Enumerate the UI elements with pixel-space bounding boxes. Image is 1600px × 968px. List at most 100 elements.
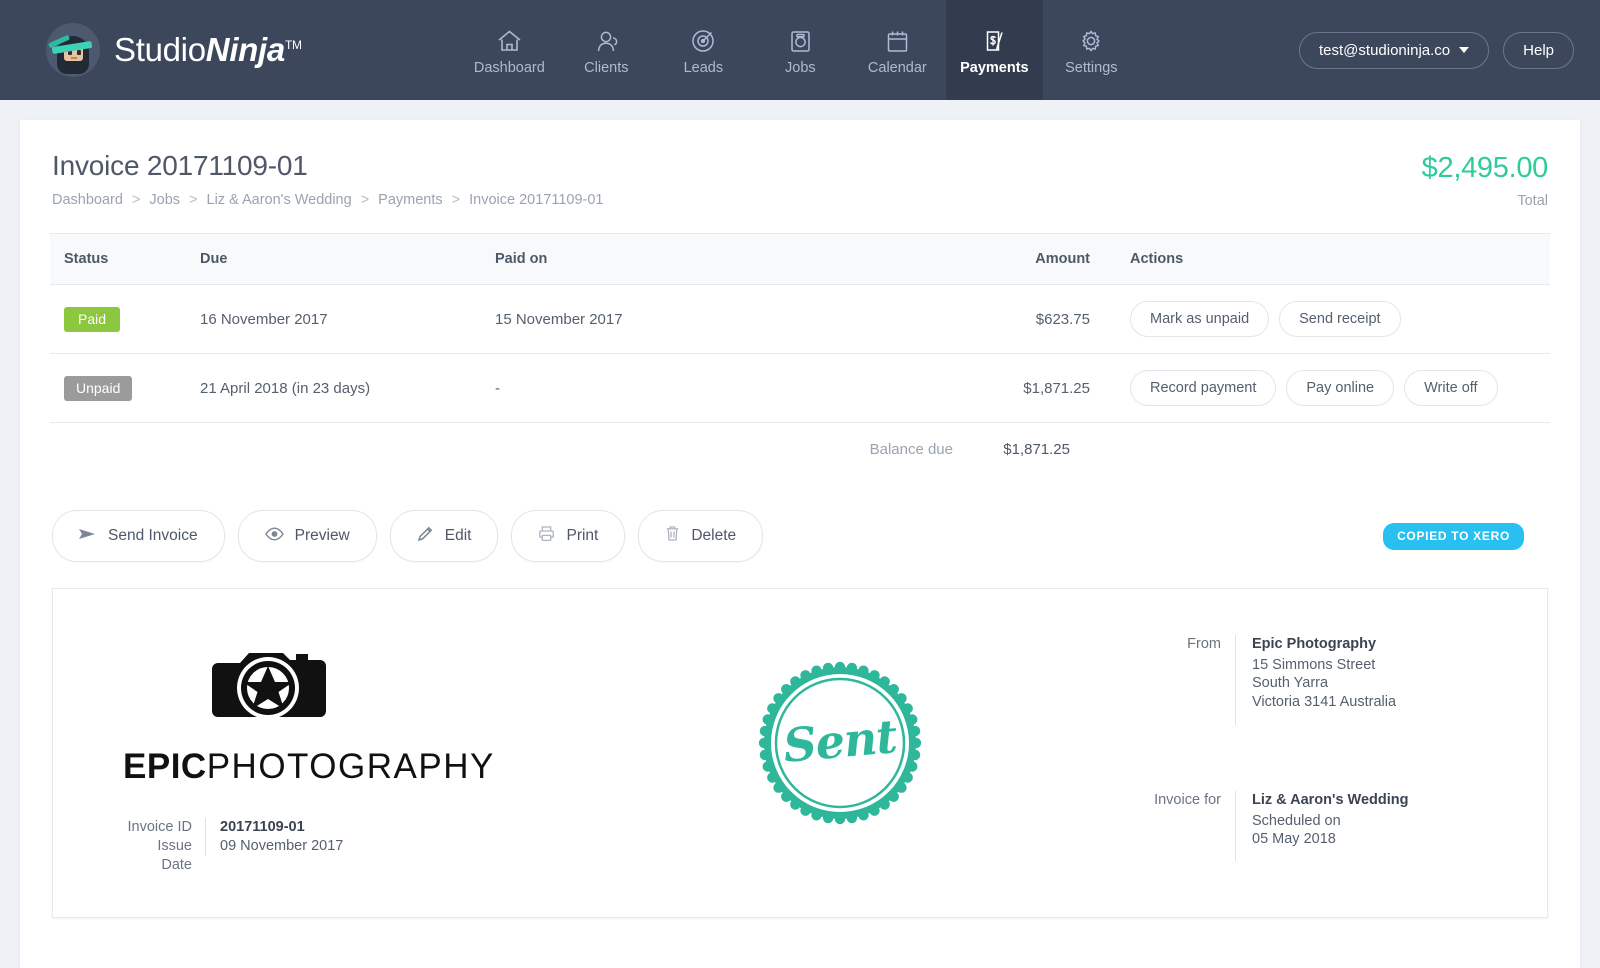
breadcrumb-item-jobs[interactable]: Jobs [149,192,180,208]
payments-table-head: Status Due Paid on Amount Actions [50,233,1550,285]
write-off-button[interactable]: Write off [1404,370,1498,406]
pencil-icon [417,525,434,547]
nav-label: Settings [1065,59,1118,76]
breadcrumb-item-payments[interactable]: Payments [378,192,442,208]
print-button[interactable]: Print [511,510,626,562]
brand-part-studio: Studio [114,31,206,68]
preview-button[interactable]: Preview [237,510,377,562]
send-arrow-icon [79,527,97,546]
nav-item-settings[interactable]: Settings [1043,0,1140,100]
cell-amount: $623.75 [995,284,1090,354]
table-row: Unpaid 21 April 2018 (in 23 days) - $1,8… [50,353,1550,423]
nav-item-payments[interactable]: Payments [945,0,1043,100]
chevron-down-icon [1459,47,1470,53]
from-company-name: Epic Photography [1252,636,1377,652]
eye-icon [264,526,284,546]
from-address-line: 15 Simmons Street [1252,656,1376,673]
balance-due-row: Balance due $1,871.25 [50,423,1550,458]
invoice-for-label: Invoice for [1154,792,1221,808]
breadcrumb-separator: > [360,192,370,208]
invoice-for-line: Scheduled on [1252,812,1341,829]
trash-icon [665,525,680,547]
invoice-id-row: Invoice ID 20171109-01 [123,818,343,837]
nav-label: Dashboard [473,59,545,76]
record-payment-button[interactable]: Record payment [1130,370,1277,406]
send-receipt-button[interactable]: Send receipt [1279,301,1401,337]
issue-date-label: Issue Date [157,838,192,873]
invoice-preview-middle: Sent [533,589,1147,917]
issue-date-value: 09 November 2017 [205,837,343,856]
breadcrumb-item-dashboard[interactable]: Dashboard [52,192,123,208]
from-block: From Epic Photography 15 Simmons Street … [1147,635,1517,725]
account-email-label: test@studioninja.co [1319,41,1451,59]
cell-status: Unpaid [50,353,200,423]
invoice-total: $2,495.00 Total [1422,150,1549,209]
cell-actions: Record payment Pay online Write off [1090,353,1550,423]
copied-to-xero-badge: COPIED TO XERO [1383,522,1524,550]
people-icon [593,29,620,53]
epic-photography-wordmark: EPICPHOTOGRAPHY [123,747,493,787]
nav-label: Calendar [867,59,927,76]
from-address-line: South Yarra [1252,675,1329,691]
sent-stamp-text: Sent [781,709,899,773]
breadcrumb-separator: > [189,192,198,208]
camera-star-logo-icon [208,639,328,731]
brand-wordmark: StudioNinjaTM [114,31,302,69]
page-header: Invoice 20171109-01 Dashboard > Jobs > L… [50,120,1550,209]
nav-label: Clients [584,59,629,76]
invoice-meta: Invoice ID 20171109-01 Issue Date 09 Nov… [123,818,343,875]
balance-due-label: Balance due [869,441,953,458]
invoice-total-label: Total [1517,193,1548,209]
send-invoice-button[interactable]: Send Invoice [52,510,225,562]
column-header-status: Status [50,233,200,285]
breadcrumb-item-job[interactable]: Liz & Aaron's Wedding [207,192,352,208]
breadcrumb: Dashboard > Jobs > Liz & Aaron's Wedding… [52,192,603,208]
payments-table: Status Due Paid on Amount Actions Paid 1… [50,233,1550,423]
button-label: Delete [691,527,737,544]
account-area: test@studioninja.co Help [1299,0,1600,100]
brand-trademark: TM [284,38,302,52]
nav-label: Jobs [785,59,816,76]
page-title: Invoice 20171109-01 [52,150,308,181]
invoice-preview-left: EPICPHOTOGRAPHY Invoice ID 20171109-01 I… [53,589,533,917]
mark-as-unpaid-button[interactable]: Mark as unpaid [1130,301,1270,337]
column-header-amount: Amount [995,233,1090,285]
ninja-avatar-icon [46,23,100,77]
nav-item-calendar[interactable]: Calendar [849,0,946,100]
button-label: Print [566,527,599,544]
balance-due-value: $1,871.25 [1003,441,1070,458]
status-badge: Paid [64,306,120,332]
invoice-id-value: 20171109-01 [205,818,305,837]
edit-button[interactable]: Edit [389,510,499,562]
invoice-id-label: Invoice ID [127,819,192,835]
from-address-line: Victoria 3141 Australia [1252,693,1397,710]
cell-due: 16 November 2017 [200,284,495,354]
help-button[interactable]: Help [1503,31,1574,69]
button-label: Edit [444,527,472,544]
button-label: Send Invoice [108,527,198,544]
nav-item-clients[interactable]: Clients [558,0,655,100]
calendar-icon [885,29,910,53]
nav-item-leads[interactable]: Leads [655,0,752,100]
nav-item-jobs[interactable]: Jobs [752,0,849,100]
nav-label: Leads [683,59,724,76]
button-label: Preview [294,527,350,544]
printer-icon [538,525,555,547]
cell-paid-on: 15 November 2017 [495,284,995,354]
account-email-dropdown[interactable]: test@studioninja.co [1299,31,1490,69]
main-nav-items: Dashboard Clients Leads Jobs Calendar Pa… [302,0,1299,100]
column-header-paid-on: Paid on [495,233,995,285]
top-navigation-bar: StudioNinjaTM Dashboard Clients Leads Jo… [0,0,1600,100]
invoice-dollar-icon [982,29,1007,53]
from-value: Epic Photography 15 Simmons Street South… [1235,635,1396,725]
logo-word-epic: EPIC [123,747,207,786]
invoice-action-bar: Send Invoice Preview Edit Print Delete C… [50,458,1550,562]
invoice-for-line: 05 May 2018 [1252,831,1336,847]
home-icon [496,29,523,53]
table-header-row: Status Due Paid on Amount Actions [50,233,1550,285]
delete-button[interactable]: Delete [638,510,764,562]
nav-item-dashboard[interactable]: Dashboard [461,0,558,100]
brand-logo[interactable]: StudioNinjaTM [0,0,302,100]
camera-icon [788,29,813,53]
pay-online-button[interactable]: Pay online [1286,370,1395,406]
